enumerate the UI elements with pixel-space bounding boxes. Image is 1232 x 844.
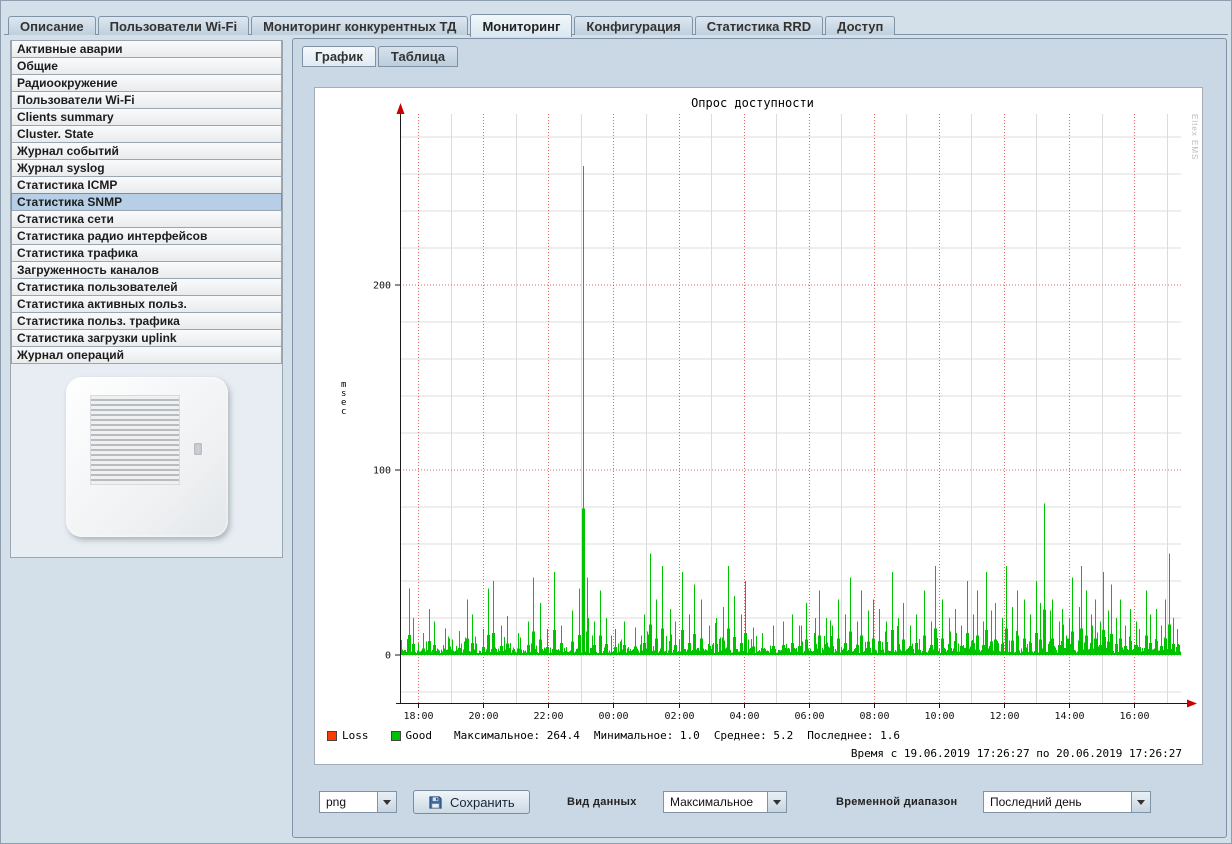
sidebar-item-10[interactable]: Статистика SNMP [11,193,282,211]
chart-legend: Loss Good Максимальное: 264.4 Минимальное: … [327,729,914,742]
sidebar-item-8[interactable]: Журнал syslog [11,159,282,177]
chart-panel: 18:00 20:00 22:00 00:00 02:00 04:00 06:00 08:00… [314,87,1203,765]
main-tab-3[interactable]: Мониторинг конкурентных ТД [251,16,468,35]
dropdown-arrow-icon [767,792,786,812]
svg-text:20:00: 20:00 [468,711,498,722]
chart-tab-bar: ГрафикТаблица [302,46,458,67]
svg-text:06:00: 06:00 [794,711,824,722]
save-icon [428,795,443,810]
svg-text:200: 200 [373,281,391,292]
sidebar-item-16[interactable]: Статистика активных польз. [11,295,282,313]
sidebar-item-1[interactable]: Активные аварии [11,40,282,58]
legend-swatch-good [391,731,401,741]
svg-text:18:00: 18:00 [403,711,433,722]
legend-label-loss: Loss [342,729,369,742]
sidebar-item-7[interactable]: Журнал событий [11,142,282,160]
chart-time-caption: Время с 19.06.2019 17:26:27 по 20.06.201… [851,747,1182,760]
svg-text:08:00: 08:00 [859,711,889,722]
chart-stat-1: Максимальное: 264.4 [454,729,580,742]
device-indicator [194,443,202,455]
monitoring-panel: ГрафикТаблица 18:00 20:00 22:00 00:00 02:00 0… [292,38,1227,838]
save-button-label: Сохранить [450,795,515,810]
sidebar-panel: Активные аварииОбщиеРадиоокружениеПользо… [10,40,283,558]
controls-bar: png Сохранить Вид данных [293,790,1226,818]
main-tab-bar: ОписаниеПользователи Wi-FiМониторинг кон… [8,12,895,35]
device-grille-graphic [90,395,180,485]
dropdown-arrow-icon [1131,792,1150,812]
chart-stat-2: Минимальное: 1.0 [594,729,700,742]
data-kind-select-value: Максимальное [664,792,767,812]
chart-stat-3: Среднее: 5.2 [714,729,793,742]
svg-text:12:00: 12:00 [989,711,1019,722]
chart-tab-1[interactable]: График [302,46,376,67]
chart-tab-2[interactable]: Таблица [378,46,458,67]
sidebar-item-5[interactable]: Clients summary [11,108,282,126]
sidebar-item-9[interactable]: Статистика ICMP [11,176,282,194]
sidebar-item-14[interactable]: Загруженность каналов [11,261,282,279]
sidebar-item-4[interactable]: Пользователи Wi-Fi [11,91,282,109]
chart-stat-4: Последнее: 1.6 [807,729,900,742]
svg-text:16:00: 16:00 [1119,711,1149,722]
sidebar-item-13[interactable]: Статистика трафика [11,244,282,262]
svg-text:02:00: 02:00 [664,711,694,722]
sidebar-item-19[interactable]: Журнал операций [11,346,282,364]
save-button[interactable]: Сохранить [413,790,530,814]
time-range-select-value: Последний день [984,792,1131,812]
sidebar-item-3[interactable]: Радиоокружение [11,74,282,92]
svg-text:10:00: 10:00 [924,711,954,722]
sidebar-item-12[interactable]: Статистика радио интерфейсов [11,227,282,245]
svg-text:04:00: 04:00 [729,711,759,722]
chart-watermark: Eltex EMS [1190,114,1199,160]
time-range-label: Временной диапазон [836,796,957,808]
data-kind-select[interactable]: Максимальное [663,791,787,813]
sidebar-item-15[interactable]: Статистика пользователей [11,278,282,296]
main-tab-4[interactable]: Мониторинг [470,14,572,37]
sidebar-item-2[interactable]: Общие [11,57,282,75]
chart-y-axis-label: m s e c [341,381,346,417]
svg-text:22:00: 22:00 [533,711,563,722]
chart-title: Опрос доступности [315,96,1190,110]
main-tab-2[interactable]: Пользователи Wi-Fi [98,16,249,35]
availability-chart: 18:00 20:00 22:00 00:00 02:00 04:00 06:00 08:00… [315,88,1204,724]
svg-text:0: 0 [385,651,391,662]
legend-swatch-loss [327,731,337,741]
main-tab-7[interactable]: Доступ [825,16,895,35]
tab-content: Активные аварииОбщиеРадиоокружениеПользо… [4,34,1228,840]
main-tab-1[interactable]: Описание [8,16,96,35]
main-tab-6[interactable]: Статистика RRD [695,16,823,35]
svg-text:100: 100 [373,466,391,477]
sidebar-item-17[interactable]: Статистика польз. трафика [11,312,282,330]
svg-text:14:00: 14:00 [1054,711,1084,722]
data-kind-label: Вид данных [567,796,637,808]
time-range-select[interactable]: Последний день [983,791,1151,813]
sidebar-list: Активные аварииОбщиеРадиоокружениеПользо… [11,40,282,364]
sidebar-item-18[interactable]: Статистика загрузки uplink [11,329,282,347]
sidebar-item-6[interactable]: Cluster. State [11,125,282,143]
legend-label-good: Good [406,729,433,742]
main-tab-5[interactable]: Конфигурация [574,16,692,35]
format-select-value: png [320,792,377,812]
device-image [66,377,228,537]
app-window: ОписаниеПользователи Wi-FiМониторинг кон… [0,0,1232,844]
format-select[interactable]: png [319,791,397,813]
dropdown-arrow-icon [377,792,396,812]
sidebar-item-11[interactable]: Статистика сети [11,210,282,228]
svg-text:00:00: 00:00 [598,711,628,722]
